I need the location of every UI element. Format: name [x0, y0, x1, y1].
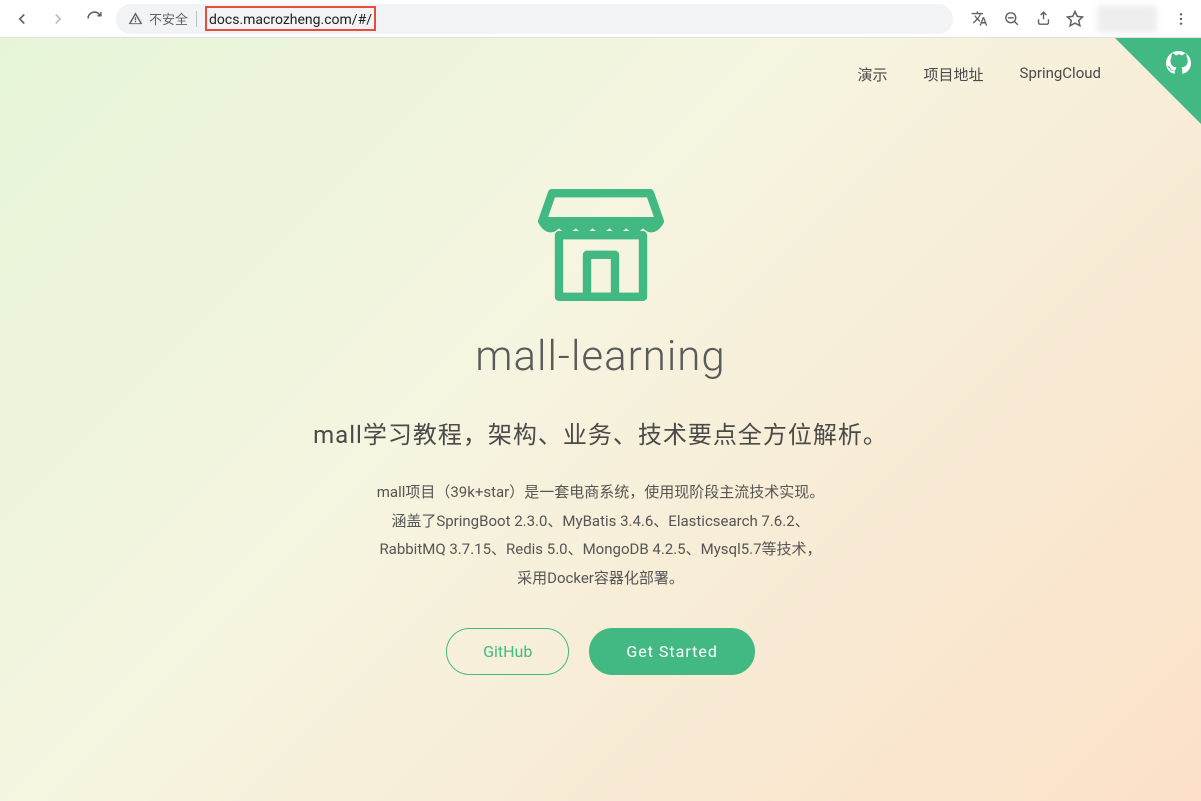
address-bar[interactable]: 不安全 docs.macrozheng.com/#/	[116, 4, 953, 34]
nav-link-springcloud[interactable]: SpringCloud	[1020, 64, 1101, 85]
menu-button[interactable]	[1169, 7, 1193, 31]
nav-link-repo[interactable]: 项目地址	[924, 64, 984, 85]
github-button[interactable]: GitHub	[446, 628, 569, 675]
translate-icon[interactable]	[969, 9, 989, 29]
share-icon[interactable]	[1033, 9, 1053, 29]
nav-link-demo[interactable]: 演示	[858, 64, 888, 85]
url-text: docs.macrozheng.com/#/	[209, 12, 372, 28]
security-indicator[interactable]: 不安全	[128, 9, 188, 28]
desc-line-2: 涵盖了SpringBoot 2.3.0、MyBatis 3.4.6、Elasti…	[377, 507, 824, 536]
hero: mall-learning mall学习教程，架构、业务、技术要点全方位解析。 …	[0, 38, 1201, 675]
divider	[196, 11, 197, 27]
url-highlight-box: docs.macrozheng.com/#/	[205, 8, 376, 29]
desc-line-4: 采用Docker容器化部署。	[377, 564, 824, 593]
bookmark-star-icon[interactable]	[1065, 9, 1085, 29]
top-nav: 演示 项目地址 SpringCloud	[858, 64, 1102, 85]
toolbar-icons	[969, 5, 1193, 33]
page-description: mall项目（39k+star）是一套电商系统，使用现阶段主流技术实现。 涵盖了…	[377, 478, 824, 592]
hero-buttons: GitHub Get Started	[446, 628, 755, 675]
page-content: 演示 项目地址 SpringCloud mall-learning mall学习…	[0, 38, 1201, 801]
store-icon	[531, 168, 671, 312]
desc-line-3: RabbitMQ 3.7.15、Redis 5.0、MongoDB 4.2.5、…	[377, 535, 824, 564]
browser-toolbar: 不安全 docs.macrozheng.com/#/	[0, 0, 1201, 38]
page-subtitle: mall学习教程，架构、业务、技术要点全方位解析。	[313, 415, 888, 450]
page-title: mall-learning	[475, 332, 725, 381]
extension-blurred[interactable]	[1097, 5, 1157, 33]
forward-button[interactable]	[44, 5, 72, 33]
back-button[interactable]	[8, 5, 36, 33]
zoom-icon[interactable]	[1001, 9, 1021, 29]
github-cat-icon	[1165, 50, 1191, 80]
security-label: 不安全	[149, 9, 188, 28]
reload-button[interactable]	[80, 5, 108, 33]
warning-icon	[128, 11, 143, 26]
get-started-button[interactable]: Get Started	[589, 628, 755, 675]
desc-line-1: mall项目（39k+star）是一套电商系统，使用现阶段主流技术实现。	[377, 478, 824, 507]
